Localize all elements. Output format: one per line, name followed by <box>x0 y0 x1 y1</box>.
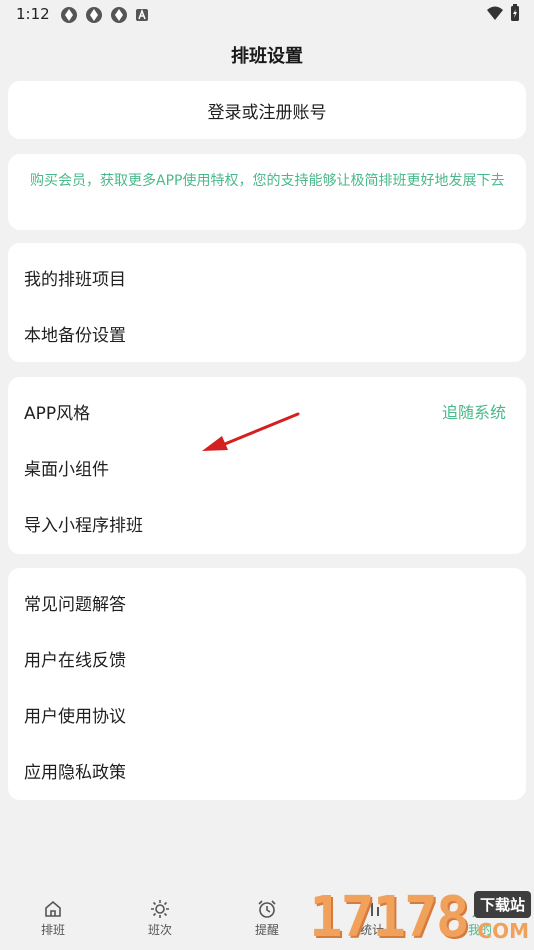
watermark-domain: COM <box>477 919 529 943</box>
nav-label: 班次 <box>147 923 172 937</box>
notification-icons <box>60 6 149 24</box>
system-icons <box>486 4 520 22</box>
app-style-value: 追随系统 <box>441 403 506 422</box>
nav-tab-reminders[interactable]: 提醒 <box>237 895 297 938</box>
menu-item-label: 常见问题解答 <box>24 594 126 615</box>
menu-item-label: 用户在线反馈 <box>24 650 126 671</box>
app-notification-icon <box>111 7 127 23</box>
alarm-icon <box>258 900 276 918</box>
menu-item-privacy[interactable]: 应用隐私政策 <box>8 742 526 798</box>
menu-item-label: 本地备份设置 <box>24 325 126 346</box>
menu-item-label: 导入小程序排班 <box>24 515 143 536</box>
menu-item-label: 我的排班项目 <box>24 269 126 290</box>
menu-item-user-agreement[interactable]: 用户使用协议 <box>8 686 526 742</box>
app-notification-icon <box>86 7 102 23</box>
annotation-arrow-icon <box>202 412 300 451</box>
watermark-label: 下载站 <box>473 891 531 918</box>
nav-tab-shifts[interactable]: 班次 <box>130 895 190 938</box>
app-notification-icon <box>61 7 77 23</box>
nav-tab-schedule[interactable]: 排班 <box>23 895 83 938</box>
a-badge-icon <box>136 8 148 21</box>
menu-item-label: 应用隐私政策 <box>24 762 126 783</box>
login-button[interactable]: 登录或注册账号 <box>8 81 526 139</box>
home-icon <box>45 900 61 917</box>
menu-item-faq[interactable]: 常见问题解答 <box>8 574 526 630</box>
battery-icon <box>511 4 519 21</box>
menu-item-import[interactable]: 导入小程序排班 <box>8 495 526 551</box>
menu-item-label: APP风格 <box>24 403 91 424</box>
nav-label: 排班 <box>40 923 65 937</box>
nav-label: 提醒 <box>254 923 279 937</box>
status-bar: 1:12 <box>0 0 534 30</box>
menu-item-backup[interactable]: 本地备份设置 <box>8 305 526 361</box>
status-time: 1:12 <box>16 5 50 23</box>
sun-icon <box>151 900 169 918</box>
wifi-icon <box>487 6 503 20</box>
watermark-digits: 17178 <box>309 885 470 950</box>
watermark-logo: 17178 下载站 COM <box>305 885 534 950</box>
menu-item-my-projects[interactable]: 我的排班项目 <box>8 249 526 305</box>
menu-item-feedback[interactable]: 用户在线反馈 <box>8 630 526 686</box>
membership-promo[interactable]: 购买会员，获取更多APP使用特权，您的支持能够让极简排班更好地发展下去 <box>8 154 526 230</box>
menu-item-label: 用户使用协议 <box>24 706 126 727</box>
settings-group-help: 常见问题解答 用户在线反馈 用户使用协议 应用隐私政策 <box>8 568 526 800</box>
promo-text: 购买会员，获取更多APP使用特权，您的支持能够让极简排班更好地发展下去 <box>30 173 505 189</box>
menu-item-label: 桌面小组件 <box>24 459 109 480</box>
page-title: 排班设置 <box>231 46 303 67</box>
settings-group-projects: 我的排班项目 本地备份设置 <box>8 243 526 362</box>
login-label: 登录或注册账号 <box>207 102 327 123</box>
settings-group-app: APP风格 追随系统 桌面小组件 导入小程序排班 <box>8 377 526 554</box>
